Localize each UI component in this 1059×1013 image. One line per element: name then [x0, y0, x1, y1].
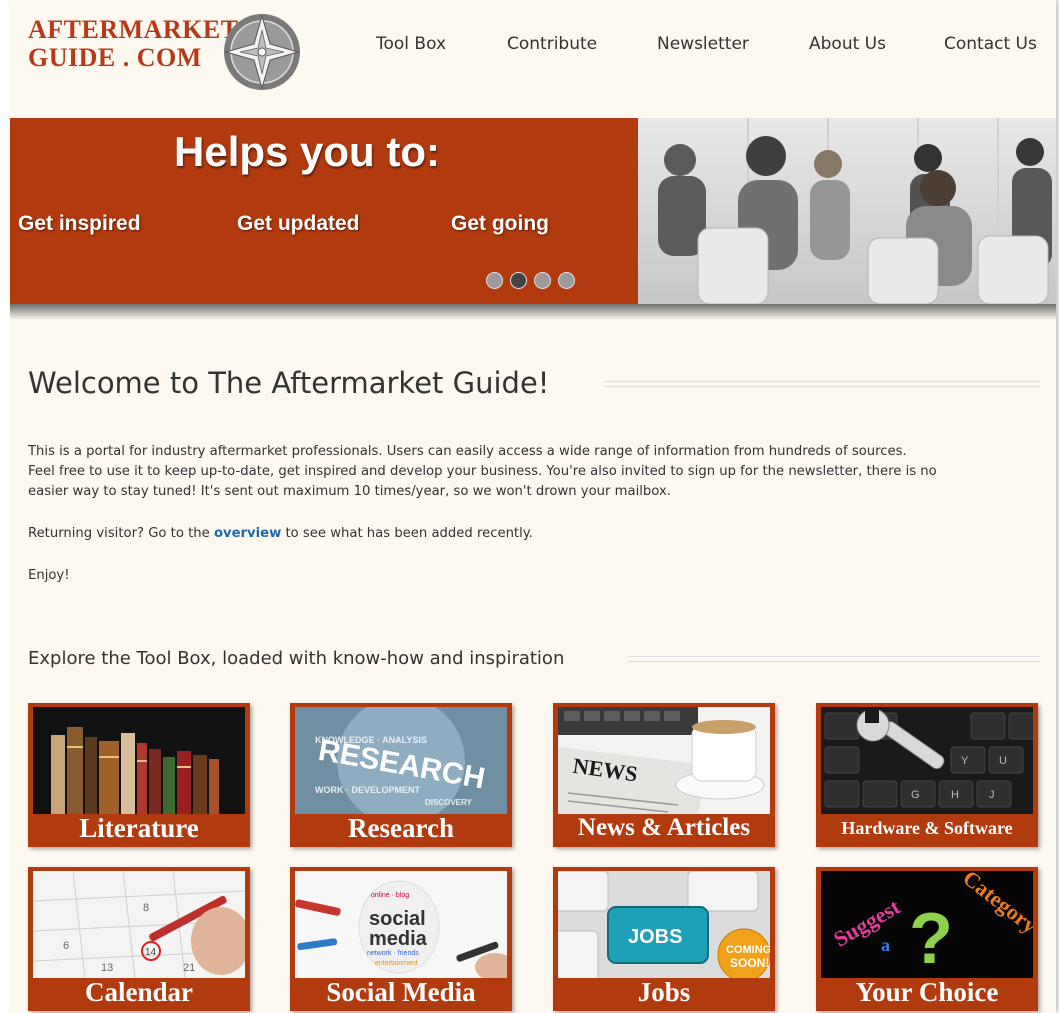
banner-item-going: Get going — [451, 212, 549, 235]
toolbox-heading-rule — [628, 656, 1040, 662]
question-mark: ? — [909, 899, 953, 978]
slider-dot-2[interactable] — [510, 272, 527, 289]
svg-text:J: J — [989, 789, 995, 801]
social-word: social — [369, 908, 426, 930]
intro-paragraph: This is a portal for industry aftermarke… — [28, 442, 1048, 502]
svg-text:G: G — [911, 789, 920, 801]
tile-hardware-software[interactable]: Y U G H J Hardware & Software — [816, 703, 1038, 847]
calendar-image: 8 6 13 21 14 — [33, 871, 245, 978]
svg-text:14: 14 — [145, 947, 157, 958]
toolbox-heading: Explore the Tool Box, loaded with know-h… — [28, 648, 565, 669]
slider-dot-1[interactable] — [486, 272, 503, 289]
nav-contribute[interactable]: Contribute — [507, 34, 597, 54]
research-word-cloud-image: KNOWLEDGE · ANALYSIS WORK · DEVELOPMENT … — [295, 707, 507, 814]
banner-shadow — [10, 304, 1056, 320]
svg-text:entertainment: entertainment — [375, 960, 418, 967]
tile-jobs[interactable]: JOBS COMING SOON! Jobs — [553, 867, 775, 1011]
slider-dot-4[interactable] — [558, 272, 575, 289]
nav-about-us[interactable]: About Us — [809, 34, 886, 54]
intro-line-1: This is a portal for industry aftermarke… — [28, 444, 907, 459]
jobs-key-image: JOBS COMING SOON! — [558, 871, 770, 978]
page: AFTERMARKET GUIDE . COM Tool Box Contrib… — [10, 0, 1056, 1013]
svg-text:DISCOVERY: DISCOVERY — [425, 798, 472, 807]
svg-text:Y: Y — [961, 755, 969, 767]
banner-item-updated: Get updated — [237, 212, 360, 235]
svg-text:WORK · DEVELOPMENT: WORK · DEVELOPMENT — [315, 785, 421, 795]
tile-label: Research — [348, 813, 454, 843]
tile-research[interactable]: KNOWLEDGE · ANALYSIS WORK · DEVELOPMENT … — [290, 703, 512, 847]
svg-text:21: 21 — [183, 962, 195, 974]
keyboard-wrench-image: Y U G H J — [821, 707, 1033, 814]
coming-badge-1: COMING — [726, 944, 770, 956]
nav-contact-us[interactable]: Contact Us — [944, 34, 1037, 54]
returning-text: Returning visitor? Go to the — [28, 526, 214, 541]
svg-text:13: 13 — [101, 962, 113, 974]
returning-paragraph: Returning visitor? Go to the overview to… — [28, 524, 1048, 544]
svg-text:network · friends: network · friends — [367, 950, 419, 957]
intro-line-2: Feel free to use it to keep up-to-date, … — [28, 464, 937, 479]
tile-literature[interactable]: Literature — [28, 703, 250, 847]
enjoy-text: Enjoy! — [28, 568, 70, 583]
meeting-photo — [638, 118, 1056, 304]
heading-rule — [604, 381, 1040, 387]
jobs-key-label: JOBS — [628, 926, 682, 948]
nav-newsletter[interactable]: Newsletter — [657, 34, 749, 54]
svg-text:8: 8 — [143, 902, 149, 914]
hero-banner: Helps you to: Get inspired Get updated G… — [10, 118, 1056, 304]
tile-label: News & Articles — [577, 814, 751, 841]
svg-text:H: H — [951, 789, 959, 801]
books-image — [33, 707, 245, 814]
tile-label: Calendar — [85, 977, 193, 1007]
social-media-image: online · blog network · friends entertainm… — [295, 871, 507, 978]
svg-text:U: U — [999, 755, 1007, 767]
tile-label: Your Choice — [855, 977, 999, 1007]
coming-badge-2: SOON! — [730, 956, 769, 970]
tile-news[interactable]: NEWS News & Articles — [553, 703, 775, 847]
tile-calendar[interactable]: 8 6 13 21 14 Calendar — [28, 867, 250, 1011]
svg-text:online · blog: online · blog — [371, 892, 409, 899]
tile-label: Social Media — [326, 977, 476, 1007]
intro-line-3: easier way to stay tuned! It's sent out … — [28, 484, 671, 499]
nav-tool-box[interactable]: Tool Box — [376, 34, 446, 54]
banner-title: Helps you to: — [174, 128, 441, 175]
a-word: a — [881, 935, 890, 955]
news-coffee-image: NEWS — [558, 707, 770, 814]
tile-label: Literature — [79, 813, 199, 843]
tile-your-choice[interactable]: Suggest a Category ? Your Choice — [816, 867, 1038, 1011]
tile-label: Hardware & Software — [841, 818, 1013, 838]
media-word: media — [369, 928, 428, 950]
svg-text:6: 6 — [63, 940, 69, 952]
overview-link[interactable]: overview — [214, 526, 281, 541]
returning-text-end: to see what has been added recently. — [281, 526, 533, 541]
suggest-category-image: Suggest a Category ? — [821, 871, 1033, 978]
welcome-heading: Welcome to The Aftermarket Guide! — [28, 366, 550, 400]
main-nav: Tool Box Contribute Newsletter About Us … — [10, 34, 1056, 58]
slider-dot-3[interactable] — [534, 272, 551, 289]
tile-label: Jobs — [637, 977, 691, 1007]
banner-item-inspired: Get inspired — [18, 212, 141, 235]
tile-social-media[interactable]: online · blog network · friends entertainm… — [290, 867, 512, 1011]
